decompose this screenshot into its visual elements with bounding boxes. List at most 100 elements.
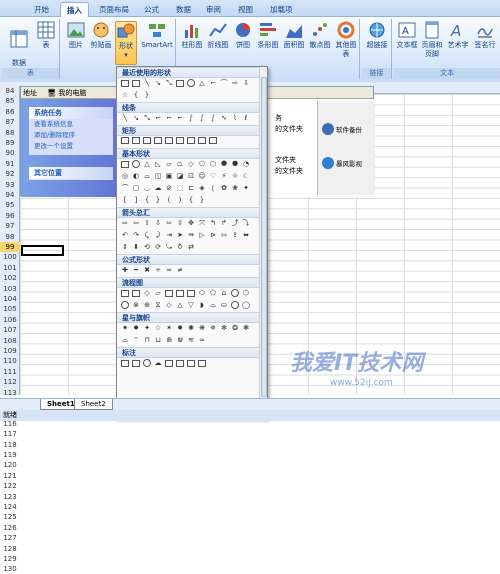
row-header[interactable]: 110: [0, 356, 20, 366]
triangle-shape-icon[interactable]: △: [197, 78, 207, 88]
picture-button[interactable]: 图片: [65, 21, 87, 50]
tab-view[interactable]: 视图: [232, 2, 259, 17]
signature-line-button[interactable]: 签名行: [472, 21, 498, 50]
row-header[interactable]: 88: [0, 128, 20, 138]
basic-shape-icon[interactable]: ⯄: [230, 159, 240, 169]
flowchart-icon[interactable]: ⬭: [197, 288, 207, 298]
row-header[interactable]: 125: [0, 512, 20, 522]
row-header[interactable]: 124: [0, 502, 20, 512]
row-header[interactable]: 101: [0, 263, 20, 273]
arrow-icon[interactable]: ⇥: [164, 230, 174, 240]
textbox-shape-icon[interactable]: [121, 79, 129, 87]
arrow-icon[interactable]: ⟳: [153, 242, 163, 252]
pie-chart-button[interactable]: 饼图: [232, 21, 254, 50]
brace-icon[interactable]: {: [186, 195, 196, 205]
right-arrow-shape-icon[interactable]: ⇨: [230, 78, 240, 88]
brace-shape-icon[interactable]: {: [131, 90, 141, 100]
flowchart-icon[interactable]: ◯: [241, 300, 251, 310]
double-arrow-shape-icon[interactable]: ⤡: [164, 78, 174, 88]
basic-shape-icon[interactable]: ♡: [208, 171, 218, 181]
connector-shape-icon[interactable]: ⌐: [208, 78, 218, 88]
callout-icon[interactable]: [187, 359, 195, 367]
flowchart-icon[interactable]: ⊗: [131, 300, 141, 310]
basic-shape-icon[interactable]: [132, 160, 140, 168]
down-arrow-shape-icon[interactable]: ⇩: [241, 78, 251, 88]
rect-icon[interactable]: [143, 136, 151, 144]
flowchart-icon[interactable]: [176, 289, 184, 297]
basic-shape-icon[interactable]: ◺: [153, 159, 163, 169]
flowchart-icon[interactable]: [132, 289, 140, 297]
arrow-icon[interactable]: ⇄: [186, 242, 196, 252]
row-header[interactable]: 103: [0, 284, 20, 294]
flowchart-icon[interactable]: ◗: [197, 300, 207, 310]
arrow-icon[interactable]: ⬄: [164, 218, 174, 228]
basic-shape-icon[interactable]: ⌓: [142, 171, 152, 181]
basic-shape-icon[interactable]: ⬠: [197, 159, 207, 169]
arrow-line-icon[interactable]: ↘: [131, 113, 141, 123]
star-icon[interactable]: ✶: [164, 323, 174, 333]
freeform-icon[interactable]: ⌇: [230, 113, 240, 123]
arrow-icon[interactable]: ⇳: [175, 218, 185, 228]
arrow-icon[interactable]: ⇰: [219, 230, 229, 240]
row-header[interactable]: 128: [0, 544, 20, 554]
tab-home[interactable]: 开始: [28, 2, 55, 17]
brace-icon[interactable]: }: [197, 195, 207, 205]
row-header[interactable]: 91: [0, 159, 20, 169]
elbow-arrow-icon[interactable]: ⌐: [164, 113, 174, 123]
curve-icon[interactable]: ∿: [219, 113, 229, 123]
other-charts-button[interactable]: 其他图表: [333, 21, 359, 59]
curve-double-arrow-icon[interactable]: ∫: [208, 113, 218, 123]
tab-insert[interactable]: 插入: [60, 2, 89, 17]
row-header[interactable]: 87: [0, 117, 20, 127]
arrow-icon[interactable]: ⇪: [230, 230, 240, 240]
row-header[interactable]: 96: [0, 211, 20, 221]
row-header[interactable]: 99: [0, 242, 20, 252]
star-icon[interactable]: ❃: [241, 323, 251, 333]
scribble-icon[interactable]: ℓ: [241, 113, 251, 123]
row-header[interactable]: 108: [0, 336, 20, 346]
rect-icon[interactable]: [121, 136, 129, 144]
row-header[interactable]: 130: [0, 564, 20, 574]
row-header[interactable]: 111: [0, 367, 20, 377]
basic-shape-icon[interactable]: ⚡: [219, 171, 229, 181]
arrow-icon[interactable]: ⬌: [241, 230, 251, 240]
smartart-button[interactable]: SmartArt: [140, 21, 174, 50]
row-header[interactable]: 129: [0, 554, 20, 564]
explorer-item[interactable]: 的文件夹: [275, 124, 303, 134]
banner-icon[interactable]: ≈: [197, 335, 207, 345]
row-header[interactable]: 90: [0, 148, 20, 158]
column-chart-button[interactable]: 柱形图: [180, 21, 204, 50]
arrow-icon[interactable]: ⤴: [230, 218, 240, 228]
arrow-icon[interactable]: ➤: [175, 230, 185, 240]
textbox-button[interactable]: A 文本框: [396, 21, 418, 50]
row-header[interactable]: 113: [0, 388, 20, 398]
arrow-icon[interactable]: ⤹: [142, 230, 152, 240]
rectangle-shape-icon[interactable]: [132, 79, 140, 87]
rect-icon[interactable]: [165, 136, 173, 144]
explorer-item-storm[interactable]: 暴风影视: [336, 158, 362, 168]
basic-shape-icon[interactable]: ▱: [164, 159, 174, 169]
star-shape-icon[interactable]: ☆: [120, 90, 130, 100]
flowchart-icon[interactable]: ◇: [164, 300, 174, 310]
dropdown-scrollbar[interactable]: [259, 67, 267, 418]
rect-shape-icon[interactable]: [176, 79, 184, 87]
brace-icon[interactable]: ): [175, 195, 185, 205]
banner-icon[interactable]: ⊔: [153, 335, 163, 345]
basic-shape-icon[interactable]: △: [142, 159, 152, 169]
flowchart-icon[interactable]: ◇: [142, 288, 152, 298]
area-chart-button[interactable]: 面积图: [282, 21, 306, 50]
bar-chart-button[interactable]: 条形图: [256, 21, 280, 50]
line-chart-button[interactable]: 折线图: [206, 21, 230, 50]
flowchart-icon[interactable]: ⌓: [208, 300, 218, 310]
flowchart-icon[interactable]: ⌂: [219, 288, 229, 298]
star-icon[interactable]: ✵: [208, 323, 218, 333]
brace-icon[interactable]: (: [164, 195, 174, 205]
arrow-icon[interactable]: ✥: [186, 218, 196, 228]
basic-shape-icon[interactable]: ☁: [153, 183, 163, 193]
arrow-icon[interactable]: ⟲: [142, 242, 152, 252]
line-shape-icon[interactable]: ╲: [142, 78, 152, 88]
star-icon[interactable]: ✷: [120, 323, 130, 333]
star-icon[interactable]: ✻: [219, 323, 229, 333]
row-header[interactable]: 85: [0, 96, 20, 106]
scatter-chart-button[interactable]: 散点图: [308, 21, 332, 50]
